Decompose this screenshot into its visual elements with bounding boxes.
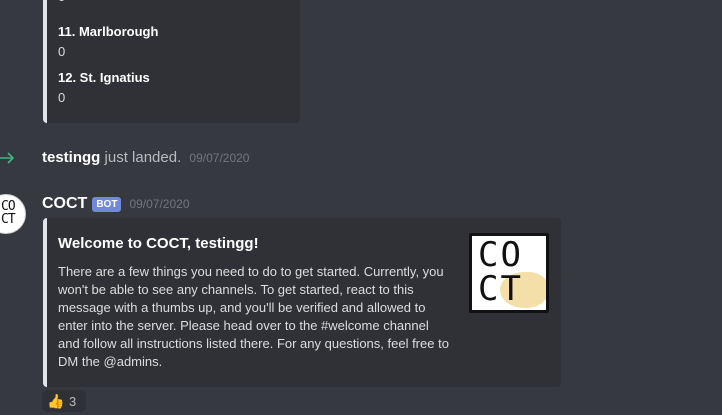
coct-logo-icon: CO CT bbox=[478, 235, 523, 309]
reaction-thumbs-up[interactable]: 👍 3 bbox=[42, 390, 86, 412]
join-message: testingg just landed. 09/07/2020 bbox=[0, 147, 722, 169]
embed-thumbnail[interactable]: CO CT bbox=[469, 233, 549, 313]
join-action-text: just landed. bbox=[104, 149, 182, 166]
embed-field: 11. Marlborough 0 bbox=[58, 24, 158, 61]
welcome-embed: Welcome to COCT, testingg! There are a f… bbox=[43, 218, 561, 387]
coct-logo-icon: CO CT bbox=[1, 199, 16, 227]
bot-username[interactable]: COCT bbox=[42, 195, 87, 213]
field-value: 0 bbox=[58, 44, 66, 59]
message-timestamp: 09/07/2020 bbox=[129, 197, 190, 211]
thumbs-up-icon: 👍 bbox=[47, 393, 65, 409]
field-name: 11. Marlborough bbox=[58, 24, 159, 39]
reaction-count: 3 bbox=[69, 393, 77, 409]
join-text: testingg just landed. 09/07/2020 bbox=[42, 149, 249, 166]
embed-title: Welcome to COCT, testingg! bbox=[58, 235, 259, 252]
bot-badge: BOT bbox=[92, 196, 122, 212]
embed-field: 0 bbox=[58, 0, 65, 6]
previous-embed: 0 11. Marlborough 0 12. St. Ignatius 0 bbox=[43, 0, 300, 123]
avatar[interactable]: CO CT bbox=[0, 194, 26, 234]
join-timestamp: 09/07/2020 bbox=[189, 151, 250, 165]
field-name: 12. St. Ignatius bbox=[58, 70, 150, 85]
embed-description: There are a few things you need to do to… bbox=[58, 264, 449, 369]
join-username[interactable]: testingg bbox=[42, 149, 100, 166]
join-arrow-icon bbox=[0, 152, 15, 164]
embed-field: 12. St. Ignatius 0 bbox=[58, 70, 150, 107]
field-value: 0 bbox=[58, 0, 65, 6]
field-value: 0 bbox=[58, 90, 66, 105]
message-header: COCT BOT 09/07/2020 bbox=[42, 193, 190, 215]
